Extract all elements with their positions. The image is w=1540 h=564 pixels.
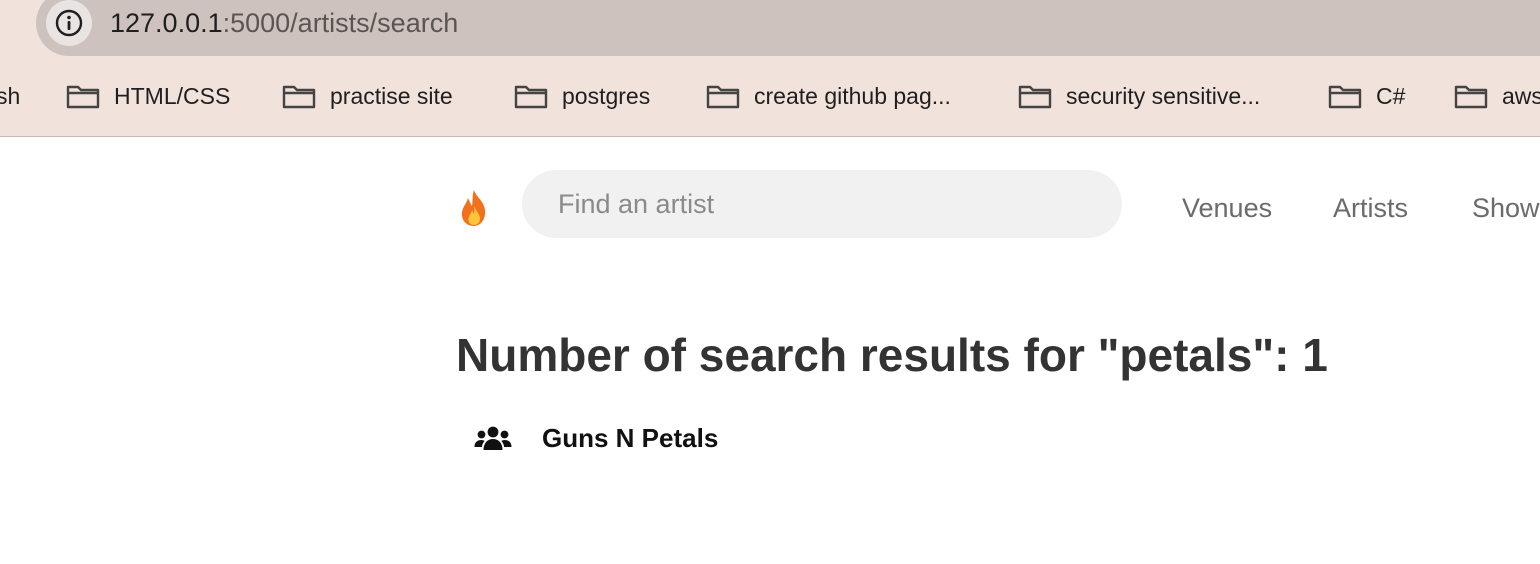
bookmark-folder-practise-site[interactable]: practise site bbox=[282, 74, 453, 118]
users-icon bbox=[474, 426, 512, 450]
bookmark-label: security sensitive... bbox=[1066, 82, 1261, 109]
fire-icon[interactable] bbox=[456, 188, 492, 228]
nav-link-artists[interactable]: Artists bbox=[1333, 190, 1408, 226]
folder-icon bbox=[706, 85, 740, 109]
bookmark-label: postgres bbox=[562, 82, 651, 109]
bookmark-folder-csharp[interactable]: C# bbox=[1328, 74, 1405, 118]
bookmark-label: aws bbox=[1502, 82, 1540, 109]
bookmark-label: sh bbox=[0, 82, 21, 109]
address-bar[interactable]: 127.0.0.1:5000/artists/search bbox=[36, 0, 1540, 56]
bookmark-label: HTML/CSS bbox=[114, 82, 231, 109]
folder-icon bbox=[1454, 85, 1488, 109]
nav-link-shows[interactable]: Shows bbox=[1472, 190, 1540, 226]
nav-link-venues[interactable]: Venues bbox=[1182, 190, 1272, 226]
bookmarks-bar: sh HTML/CSS practise site postgres creat… bbox=[0, 74, 1540, 118]
bookmark-folder-security-sensitive[interactable]: security sensitive... bbox=[1018, 74, 1260, 118]
list-item[interactable]: Guns N Petals bbox=[474, 418, 718, 458]
url-path: :5000/artists/search bbox=[222, 8, 459, 38]
folder-icon bbox=[282, 85, 316, 109]
folder-icon bbox=[1018, 85, 1052, 109]
site-info-icon[interactable] bbox=[46, 0, 92, 46]
bookmark-folder-create-github-pages[interactable]: create github pag... bbox=[706, 74, 951, 118]
page-title: Number of search results for "petals": 1 bbox=[456, 329, 1328, 381]
artist-result-link[interactable]: Guns N Petals bbox=[542, 423, 718, 454]
folder-icon bbox=[514, 85, 548, 109]
bookmark-folder-aws[interactable]: aws bbox=[1454, 74, 1540, 118]
artist-search-input[interactable] bbox=[522, 170, 1122, 238]
bookmark-folder-html-css[interactable]: HTML/CSS bbox=[66, 74, 230, 118]
folder-icon bbox=[66, 85, 100, 109]
bookmark-label: practise site bbox=[330, 82, 453, 109]
bookmark-folder-postgres[interactable]: postgres bbox=[514, 74, 650, 118]
bookmark-item[interactable]: sh bbox=[0, 74, 20, 118]
folder-icon bbox=[1328, 85, 1362, 109]
url-text[interactable]: 127.0.0.1:5000/artists/search bbox=[110, 4, 458, 42]
browser-chrome: 127.0.0.1:5000/artists/search sh HTML/CS… bbox=[0, 0, 1540, 137]
url-host: 127.0.0.1 bbox=[110, 8, 223, 38]
bookmark-label: create github pag... bbox=[754, 82, 951, 109]
bookmark-label: C# bbox=[1376, 82, 1406, 109]
